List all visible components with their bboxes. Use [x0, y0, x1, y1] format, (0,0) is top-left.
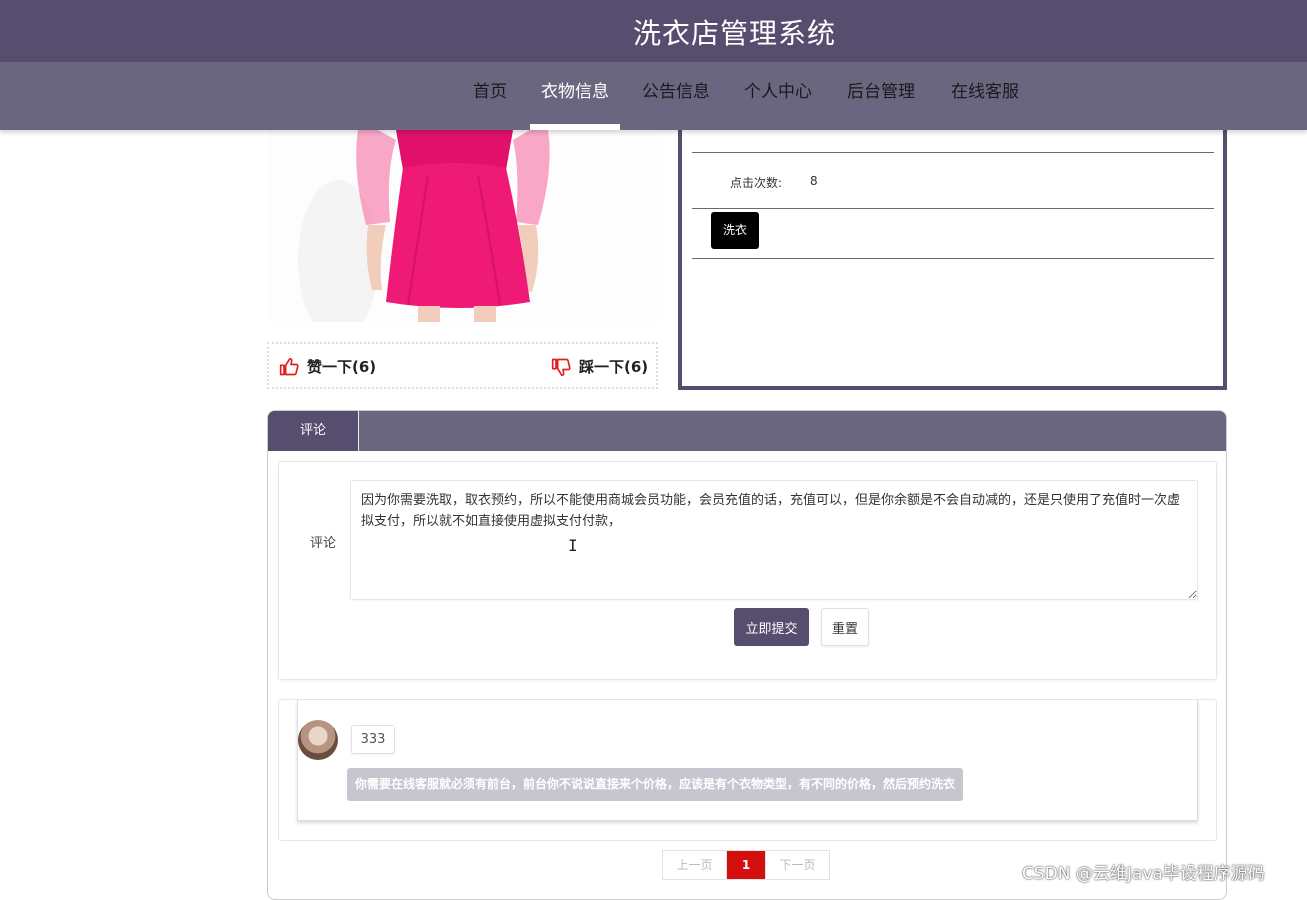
title-bar: 洗衣店管理系统: [0, 0, 1307, 62]
comment-field-label: 评论: [310, 536, 337, 551]
current-page[interactable]: 1: [727, 851, 765, 879]
comment-username: 333: [351, 725, 395, 754]
dislike-count-label: 踩一下(6): [579, 358, 649, 376]
prev-page-button[interactable]: 上一页: [663, 851, 727, 879]
nav-personal-center[interactable]: 个人中心: [736, 62, 820, 130]
avatar: [298, 720, 338, 760]
list-item: 333 你需要在线客服就必须有前台，前台你不说说直接来个价格，应该是有个衣物类型…: [297, 700, 1198, 821]
vote-bar: 赞一下(6) 踩一下(6): [267, 342, 658, 389]
next-page-button[interactable]: 下一页: [765, 851, 829, 879]
nav-announcements[interactable]: 公告信息: [634, 62, 718, 130]
product-image: [268, 130, 658, 322]
like-count-label: 赞一下(6): [307, 358, 377, 376]
reset-button[interactable]: 重置: [821, 608, 869, 646]
thumbs-down-icon: [551, 358, 571, 376]
watermark: CSDN @云维Java毕设程序源码: [1022, 864, 1265, 884]
clicks-value: 8: [810, 174, 818, 188]
clicks-label: 点击次数:: [730, 176, 783, 190]
nav-online-service[interactable]: 在线客服: [942, 62, 1028, 130]
comment-textarea[interactable]: 因为你需要洗取，取衣预约，所以不能使用商城会员功能，会员充值的话，充值可以，但是…: [350, 480, 1198, 600]
divider: [692, 208, 1214, 209]
tab-comments[interactable]: 评论: [268, 411, 359, 451]
comment-list: 333 你需要在线客服就必须有前台，前台你不说说直接来个价格，应该是有个衣物类型…: [278, 699, 1217, 841]
tab-strip: 评论: [268, 411, 1226, 451]
submit-button[interactable]: 立即提交: [734, 608, 809, 646]
nav-home[interactable]: 首页: [464, 62, 516, 130]
site-title: 洗衣店管理系统: [633, 17, 837, 50]
text-cursor-icon: I: [568, 536, 578, 555]
comment-section: 评论 评论 因为你需要洗取，取衣预约，所以不能使用商城会员功能，会员充值的话，充…: [267, 410, 1227, 900]
dislike-button[interactable]: 踩一下(6): [551, 356, 648, 377]
clothes-info-panel: 点击次数: 8 洗衣: [678, 100, 1227, 390]
divider: [692, 258, 1214, 259]
nav-admin[interactable]: 后台管理: [839, 62, 923, 130]
comment-form: 评论 因为你需要洗取，取衣预约，所以不能使用商城会员功能，会员充值的话，充值可以…: [278, 461, 1217, 680]
main-nav: 首页 衣物信息 公告信息 个人中心 后台管理 在线客服: [0, 62, 1307, 130]
comment-reply: 你需要在线客服就必须有前台，前台你不说说直接来个价格，应该是有个衣物类型，有不同…: [347, 768, 964, 801]
like-button[interactable]: 赞一下(6): [279, 356, 376, 377]
divider: [692, 152, 1214, 153]
thumbs-up-icon: [279, 357, 299, 375]
nav-clothes-info[interactable]: 衣物信息: [530, 62, 620, 130]
wash-button[interactable]: 洗衣: [711, 212, 759, 249]
pagination: 上一页 1 下一页: [662, 850, 830, 880]
